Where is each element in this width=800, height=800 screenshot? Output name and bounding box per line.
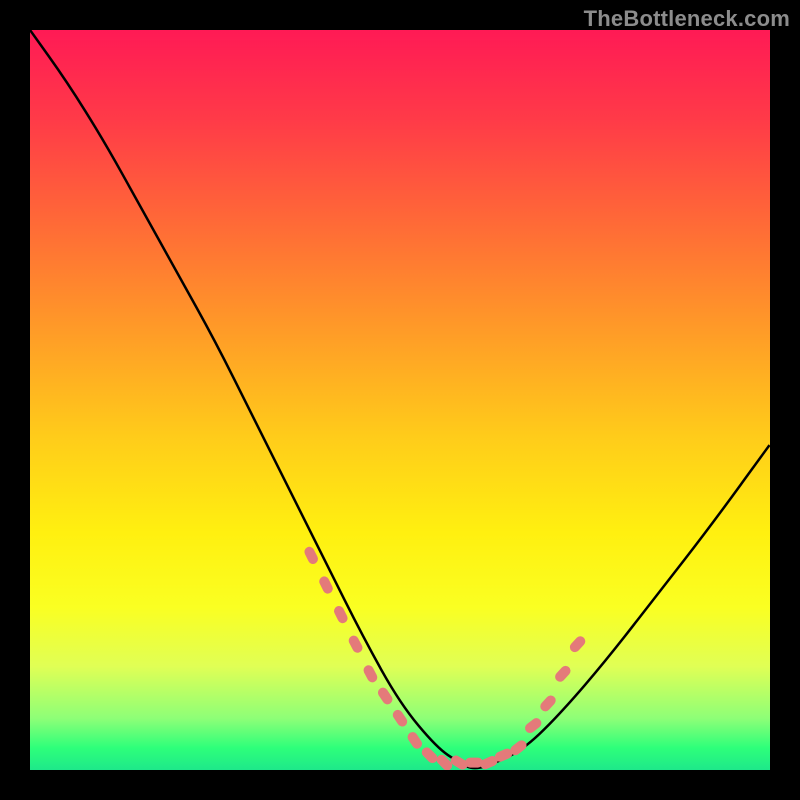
curve-line-group xyxy=(30,30,770,768)
marker-dot xyxy=(553,664,573,684)
marker-dot xyxy=(538,693,558,713)
marker-dot xyxy=(420,745,440,765)
curve-svg xyxy=(30,30,770,770)
plot-area xyxy=(30,30,770,770)
marker-dots-group xyxy=(303,545,588,770)
marker-dot xyxy=(406,730,424,751)
bottleneck-curve-line xyxy=(30,30,770,768)
marker-dot xyxy=(568,634,588,654)
marker-dot xyxy=(318,575,335,596)
marker-dot xyxy=(332,604,349,625)
marker-dot xyxy=(347,634,364,655)
chart-container: TheBottleneck.com xyxy=(0,0,800,800)
watermark-text: TheBottleneck.com xyxy=(584,6,790,32)
marker-dot xyxy=(362,664,379,685)
marker-dot xyxy=(303,545,320,566)
marker-dot xyxy=(465,758,483,768)
